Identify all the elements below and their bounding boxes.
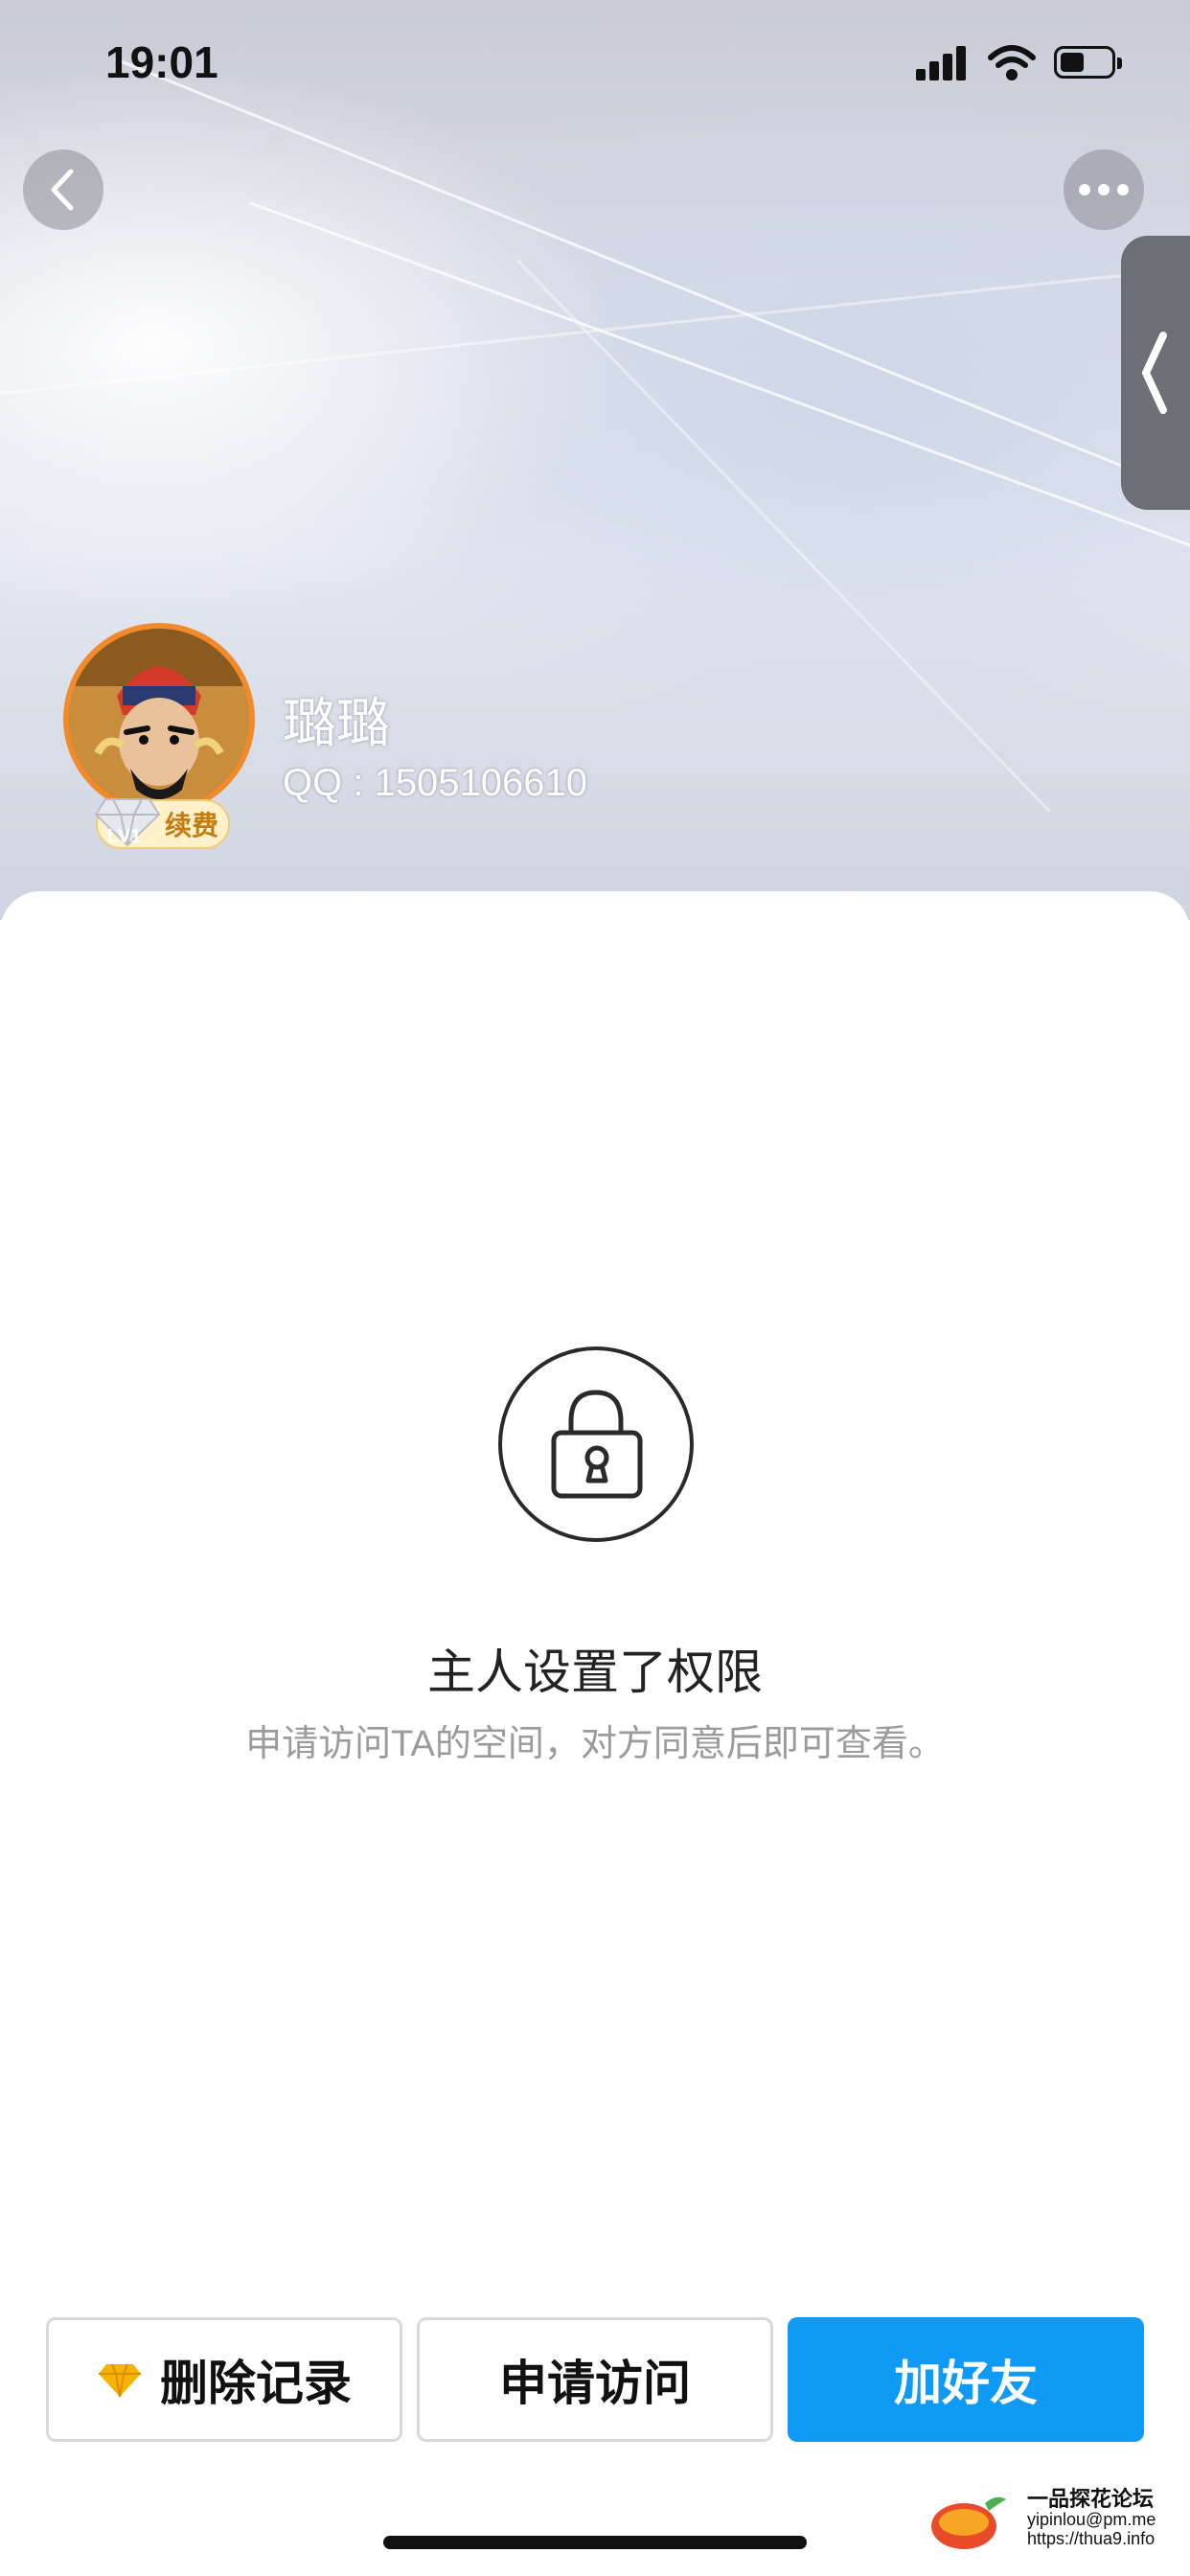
profile-qq-number: QQ : 1505106610	[283, 762, 588, 804]
avatar-image	[69, 629, 249, 809]
delete-record-label: 删除记录	[160, 2357, 352, 2410]
signal-icon	[916, 46, 970, 80]
back-button[interactable]	[23, 150, 103, 230]
delete-record-button[interactable]: 删除记录	[46, 2317, 402, 2442]
status-time: 19:01	[105, 37, 218, 87]
permission-title: 主人设置了权限	[427, 1645, 763, 1699]
diamond-icon	[99, 2363, 141, 2398]
side-floating-tab[interactable]	[1121, 236, 1190, 510]
more-icon	[1079, 184, 1129, 196]
request-access-label: 申请访问	[499, 2357, 691, 2410]
watermark-logo	[931, 2496, 1006, 2549]
add-friend-label: 加好友	[894, 2357, 1038, 2410]
request-access-button[interactable]: 申请访问	[417, 2317, 773, 2442]
lock-badge	[498, 1346, 694, 1542]
side-collapse-icon	[1142, 332, 1167, 414]
watermark-url: https://thua9.info	[1027, 2528, 1156, 2548]
level-label: LV1	[107, 826, 142, 847]
status-bar: 19:01	[0, 0, 1190, 125]
more-button[interactable]	[1064, 150, 1144, 230]
add-friend-button[interactable]: 加好友	[788, 2317, 1144, 2442]
battery-icon	[1054, 46, 1122, 79]
home-indicator[interactable]	[383, 2536, 807, 2549]
profile-name: 璐璐	[283, 693, 390, 753]
lock-icon	[551, 1390, 643, 1499]
wifi-icon	[988, 45, 1036, 80]
back-icon	[51, 169, 74, 211]
watermark-name: 一品探花论坛	[1027, 2487, 1155, 2511]
renew-badge-label: 续费	[164, 811, 218, 840]
avatar[interactable]	[63, 623, 255, 815]
watermark: 一品探花论坛 yipinlou@pm.me https://thua9.info	[1027, 2487, 1156, 2549]
permission-subtitle: 申请访问TA的空间，对方同意后即可查看。	[245, 1724, 945, 1764]
watermark-email: yipinlou@pm.me	[1027, 2510, 1156, 2530]
